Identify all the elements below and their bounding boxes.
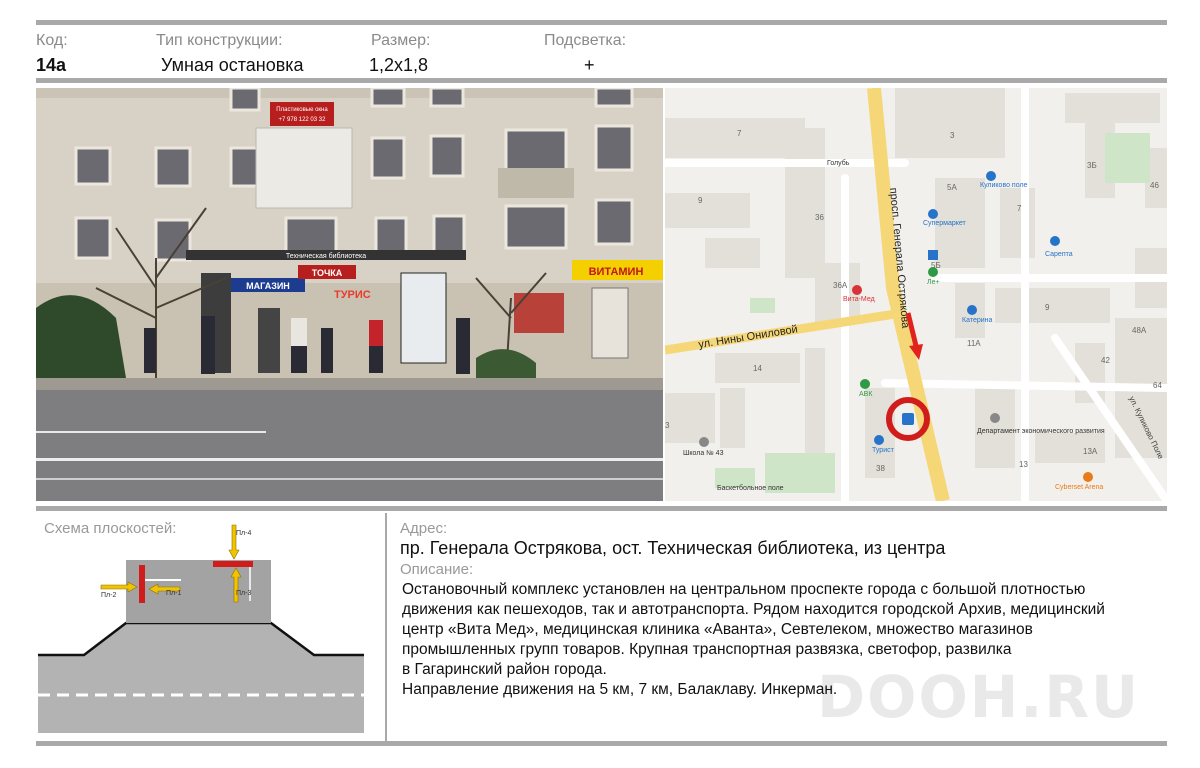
poi-label: Cyberset Arena [1055, 484, 1103, 491]
address-value: пр. Генерала Острякова, ост. Техническая… [400, 538, 946, 558]
description-line: Направление движения на 5 км, 7 км, Бала… [402, 681, 838, 698]
stop-name-sign: Техническая библиотека [286, 252, 366, 260]
poi-label: Катерина [962, 317, 993, 324]
building-number: 3Б [1087, 161, 1097, 170]
game-icon [1083, 472, 1093, 482]
poi-label: АВК [859, 391, 873, 398]
description-line: центр «Вита Мед», медицинская клиника «А… [402, 621, 1033, 638]
size-label: Размер: [371, 32, 431, 49]
type-value: Умная остановка [161, 55, 304, 75]
watermark: DOOH.RU [817, 663, 1141, 731]
planes-scheme: Схема плоскостей: Пл-4 Пл-2 Пл-1 Пл-3 [36, 513, 381, 742]
description-line: промышленных групп товаров. Крупная тран… [402, 641, 1012, 658]
building-number: 48А [1132, 326, 1147, 335]
middle-rule [36, 506, 1167, 511]
building-number: 64 [1153, 381, 1162, 390]
scheme-label: Схема плоскостей: [44, 520, 177, 537]
building-number: 42 [1101, 356, 1110, 365]
scheme-diagram: Пл-4 Пл-2 Пл-1 Пл-3 [38, 524, 364, 733]
building-number: 5А [947, 183, 957, 192]
building-number: 7 [1017, 204, 1022, 213]
light-label: Подсветка: [544, 32, 627, 49]
bus-stop-icon [902, 413, 914, 425]
shop-sign: МАГАЗИН [246, 281, 290, 291]
tochka-sign: ТОЧКА [312, 268, 343, 278]
description-line: движения как пешеходов, так и автотрансп… [402, 601, 1105, 618]
office-icon [990, 413, 1000, 423]
code-value: 14а [36, 55, 67, 75]
building-number: 7 [737, 129, 742, 138]
building-number: 9 [698, 196, 703, 205]
balcony-sign-phone: +7 978 122 03 32 [279, 117, 327, 123]
medical-icon [852, 285, 862, 295]
location-photo: Пластиковые окна +7 978 122 03 32 Технич… [36, 88, 663, 501]
description-line: в Гагаринский район города. [402, 661, 607, 678]
shop-icon [986, 171, 996, 181]
building-number: 46 [1150, 181, 1159, 190]
poi-label: Вита-Мед [843, 296, 875, 303]
pharmacy-icon [860, 379, 870, 389]
map-illustration: просп. Генерала Острякова ул. Нины Онило… [665, 88, 1167, 501]
light-value: + [584, 55, 595, 75]
building-number: 38 [876, 464, 885, 473]
plane-marker [139, 565, 145, 603]
bus-stop-icon [928, 250, 938, 260]
description-label: Описание: [400, 561, 474, 578]
building-number: 9 [1045, 303, 1050, 312]
building-number: 3 [665, 421, 670, 430]
shop-icon [874, 435, 884, 445]
school-icon [699, 437, 709, 447]
shop-icon [1050, 236, 1060, 246]
plane-label-3: Пл-3 [236, 590, 251, 597]
poi-label: Школа № 43 [683, 450, 724, 457]
bottom-rule [36, 741, 1167, 746]
plane-label-1: Пл-1 [166, 590, 181, 597]
location-map[interactable]: просп. Генерала Острякова ул. Нины Онило… [665, 88, 1167, 501]
building-number: 13А [1083, 447, 1098, 456]
building-number: 36 [815, 213, 824, 222]
shop-icon [967, 305, 977, 315]
plane-marker [213, 561, 253, 567]
pharmacy-icon [928, 267, 938, 277]
vitamin-sign: ВИТАМИН [589, 266, 644, 278]
building-number: 14 [753, 364, 762, 373]
poi-label: Сарепта [1045, 251, 1073, 258]
balcony-sign-text: Пластиковые окна [276, 107, 328, 113]
poi-label: Турист [872, 447, 895, 454]
poi-label: Голубь [827, 159, 850, 167]
header-rule [36, 78, 1167, 83]
building-number: 13 [1019, 460, 1028, 469]
street-side-label: ул. Нины Ониловой [698, 323, 799, 351]
poi-label: Супермаркет [923, 220, 967, 227]
plane-label-2: Пл-2 [101, 592, 116, 599]
turis-sign: ТУРИС [334, 289, 371, 301]
info-panel: DOOH.RU Адрес: пр. Генерала Острякова, о… [385, 513, 1169, 742]
address-label: Адрес: [400, 520, 448, 537]
type-label: Тип конструкции: [156, 32, 283, 49]
poi-label: Ле+ [927, 279, 940, 286]
building-number: 3 [950, 131, 955, 140]
size-value: 1,2x1,8 [369, 55, 429, 75]
top-rule [36, 20, 1167, 25]
building-number: 11А [967, 339, 981, 348]
description-line: Остановочный комплекс установлен на цент… [402, 581, 1086, 598]
poi-label: Баскетбольное поле [717, 484, 784, 492]
poi-label: Куликово поле [980, 182, 1028, 189]
building-number: 36А [833, 281, 848, 290]
poi-label: Департамент экономического развития [977, 428, 1105, 435]
plane-label-4: Пл-4 [236, 530, 251, 537]
street-photo-illustration: Пластиковые окна +7 978 122 03 32 Технич… [36, 88, 663, 501]
shop-icon [928, 209, 938, 219]
code-label: Код: [36, 32, 68, 49]
